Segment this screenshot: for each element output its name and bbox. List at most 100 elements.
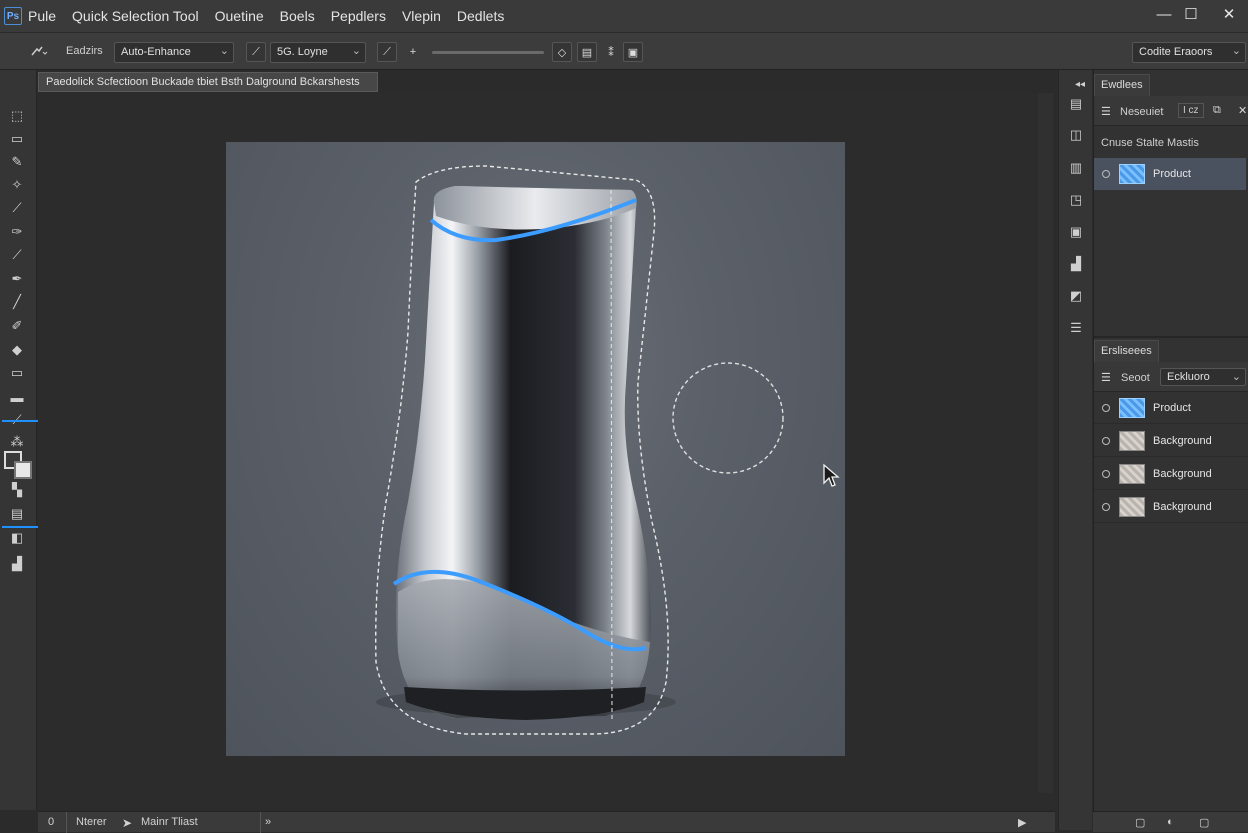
chevron-down-icon: ⌄ [219,45,229,57]
eyedropper-icon[interactable]: ✑ [6,222,28,242]
panel-dock: ◂◂ ▤ ◫ ▥ ◳ ▣ ▟ ◩ ☰ [1058,70,1092,830]
sample-all-icon[interactable]: ⁑ [601,42,621,62]
visibility-eye-icon[interactable] [1102,170,1110,178]
actions-panel-icon[interactable]: ☰ [1065,318,1087,338]
menu-item-outline[interactable]: Ouetine [215,8,264,24]
app-logo: Ps [4,7,22,25]
status-divider [260,812,261,833]
channels-value-box[interactable]: I cz [1178,103,1204,118]
menu-item-vlepin[interactable]: Vlepin [402,8,441,24]
crop-icon[interactable]: ⟋ [6,198,28,218]
new-group-icon[interactable]: ▢ [1135,816,1145,829]
product-image [375,165,784,735]
subtract-selection-icon[interactable]: ⟋ [377,42,397,62]
brush-icon[interactable]: ⟋ [6,245,28,265]
document-canvas[interactable] [226,142,845,756]
layer-thumbnail [1119,496,1145,517]
blend-mode-select[interactable]: Eckluoro ⌄ [1160,368,1246,386]
history-panel-icon[interactable]: ▤ [1065,94,1087,114]
vertical-scrollbar[interactable] [1038,93,1053,793]
channel-link-icon[interactable]: ⧉ [1213,104,1221,117]
document-info-label: Nterer [76,816,107,828]
pen-icon[interactable]: ▬ [6,387,28,407]
channel-delete-icon[interactable]: ✕ [1238,104,1247,117]
status-bar: 0 Nterer ➤ Mainr Tliast » ▶ [38,811,1055,833]
status-tool-label: Mainr Tliast [141,816,198,828]
channel-row-content[interactable]: Product [1094,158,1248,190]
visibility-eye-icon[interactable] [1102,403,1110,412]
dodge-icon[interactable]: ▭ [6,363,28,383]
zoom-icon[interactable]: ◧ [6,528,28,548]
add-selection-icon[interactable]: + [403,42,423,62]
eraser-icon[interactable]: ✐ [6,316,28,336]
clone-stamp-icon[interactable]: ✒ [6,269,28,289]
status-divider [66,812,67,833]
adjustments-panel-icon[interactable]: ▥ [1065,158,1087,178]
grid-icon[interactable]: ▤ [577,42,597,62]
document-tab[interactable]: Paedolick Scfectioon Buckade tbiet Bsth … [38,72,378,92]
zoom-level[interactable]: 0 [48,816,54,828]
tool-label: Eadzirs [66,45,103,57]
options-bar: Eadzirs Auto-Enhance ⌄ ⟋ 5G. Loyne ⌄ ⟋ + ◇… [0,32,1248,70]
diamond-icon[interactable]: ◇ [552,42,572,62]
adjustment-layer-icon[interactable]: ◐ [1167,816,1174,828]
swatches-panel-icon[interactable]: ▟ [1065,254,1087,274]
layer-row[interactable]: Product [1094,392,1248,424]
brush-option-icon[interactable]: ⟋ [246,42,266,62]
paths-panel-icon[interactable]: ▣ [1065,222,1087,242]
layer-name: Background [1153,467,1212,480]
channel-name: Product [1153,168,1191,180]
minimize-button[interactable]: — [1150,4,1178,24]
quick-selection-icon[interactable]: ✧ [6,175,28,195]
layer-thumbnail [1119,397,1145,418]
gradient-icon[interactable]: ◆ [6,340,28,360]
visibility-eye-icon[interactable] [1102,469,1110,478]
scroll-right-icon[interactable]: ▶ [1018,816,1026,829]
close-button[interactable]: ✕ [1215,4,1243,24]
layers-panel-tab[interactable]: Ersliseees [1094,340,1159,362]
styles-panel-icon[interactable]: ◳ [1065,190,1087,210]
menu-item-tool[interactable]: Quick Selection Tool [72,8,199,24]
brush-size-slider[interactable] [432,51,544,54]
layer-thumbnail [1119,430,1145,451]
mode-select[interactable]: Auto-Enhance ⌄ [114,42,234,63]
layer-row[interactable]: Background [1094,491,1248,523]
screen-mode-icon[interactable]: ▟ [6,554,28,574]
channels-panel-tab[interactable]: Ewdlees [1094,74,1150,96]
maximize-button[interactable]: ☐ [1177,4,1205,24]
menu-item-boels[interactable]: Boels [280,8,315,24]
layer-row[interactable]: Background [1094,425,1248,457]
channels-section-label: Cnuse Stalte Mastis [1101,137,1199,149]
layer-name: Background [1153,434,1212,447]
lasso-icon[interactable]: ✎ [6,152,28,172]
visibility-eye-icon[interactable] [1102,502,1110,511]
refine-edge-icon[interactable]: ▣ [623,42,643,62]
move-icon[interactable]: ⬚ [6,106,28,126]
properties-panel-icon[interactable]: ◫ [1065,125,1087,145]
chevron-down-icon: ⌄ [351,45,361,57]
layer-name: Product [1153,401,1191,414]
layers-filter-icon[interactable]: ☰ [1101,371,1111,384]
new-layer-icon[interactable]: ▢ [1199,816,1209,829]
marquee-icon[interactable]: ▭ [6,129,28,149]
menu-item-dedlets[interactable]: Dedlets [457,8,504,24]
layers-mode-label: Seoot [1121,372,1150,384]
chevron-down-icon: ⌄ [1231,45,1241,57]
panel-divider [1094,336,1248,338]
workspace-select[interactable]: Codite Eraoors ⌄ [1132,42,1246,63]
tool-preset-icon[interactable] [26,42,52,62]
collapse-icon[interactable]: ◂◂ [1069,74,1091,94]
navigator-panel-icon[interactable]: ◩ [1065,286,1087,306]
layer-select-value: 5G. Loyne [277,46,328,58]
visibility-eye-icon[interactable] [1102,436,1110,445]
mouse-cursor-icon [823,463,840,487]
layer-select[interactable]: 5G. Loyne ⌄ [270,42,366,63]
arrow-tool-icon: ➤ [122,816,133,830]
channel-list-icon[interactable]: ☰ [1101,105,1111,118]
menu-item-file[interactable]: Pule [28,8,56,24]
status-expand-icon[interactable]: » [265,816,271,828]
history-brush-icon[interactable]: ╱ [6,292,28,312]
channels-mode-label: Neseuiet [1120,106,1164,118]
layer-row[interactable]: Background [1094,458,1248,490]
menu-item-pepdlers[interactable]: Pepdlers [331,8,386,24]
